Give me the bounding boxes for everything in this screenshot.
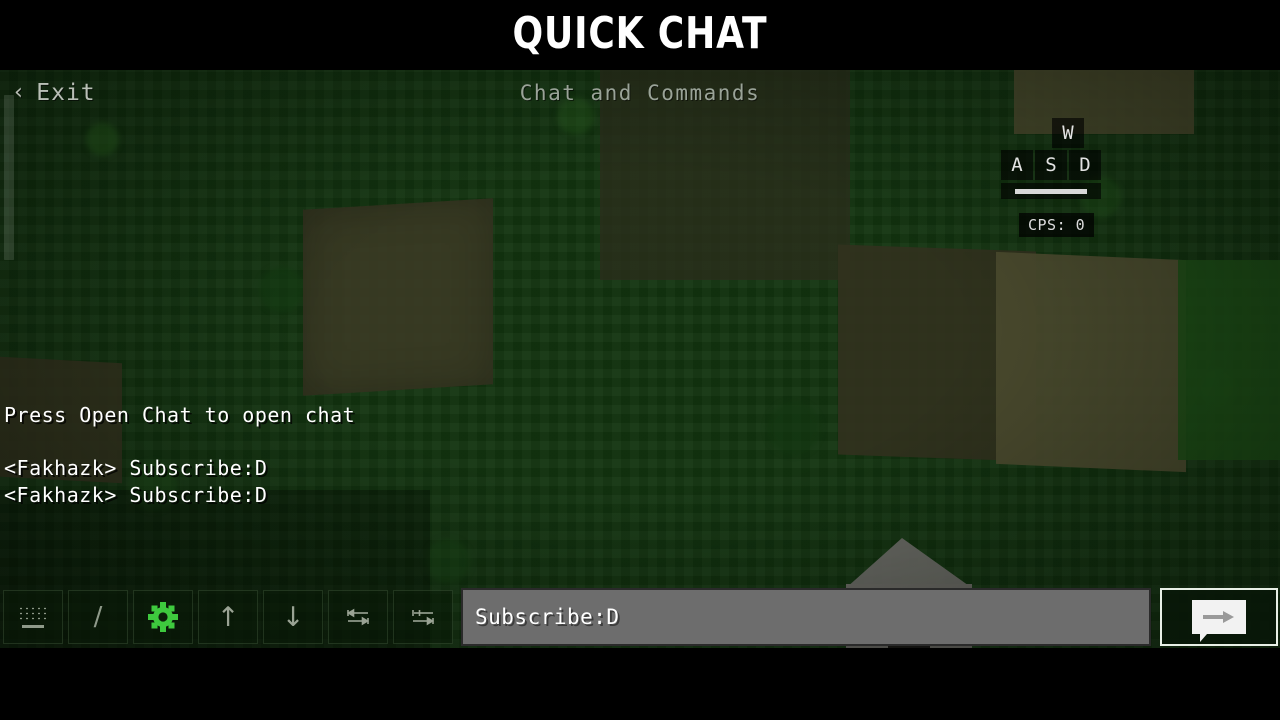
arrow-down-icon: ↓	[281, 601, 305, 633]
chat-input-field[interactable]: Subscribe:D	[461, 588, 1151, 646]
chat-hint-line: Press Open Chat to open chat	[4, 403, 356, 427]
title-bar: QUICK CHAT	[0, 0, 1280, 70]
keyboard-icon	[18, 606, 48, 628]
cps-counter: CPS: 0	[1019, 213, 1095, 237]
key-s: S	[1035, 150, 1067, 180]
screen-subtitle: Chat and Commands	[519, 81, 761, 105]
scroll-down-button[interactable]: ↓	[263, 590, 323, 644]
arrow-up-icon: ↑	[216, 601, 240, 633]
key-a: A	[1001, 150, 1033, 180]
chat-message-line: <Fakhazk> Subscribe:D	[4, 483, 268, 507]
send-message-button[interactable]	[1160, 588, 1278, 646]
slash-icon: /	[93, 602, 103, 632]
arrow-right-icon	[1203, 611, 1234, 623]
skip-previous-icon	[346, 608, 370, 626]
key-w: W	[1052, 118, 1084, 148]
page-title: QUICK CHAT	[512, 8, 768, 59]
scroll-up-button[interactable]: ↑	[198, 590, 258, 644]
spacebar-indicator	[1015, 188, 1087, 194]
chat-message-line: <Fakhazk> Subscribe:D	[4, 456, 268, 480]
key-spacebar	[1001, 183, 1101, 199]
footer-letterbox	[0, 648, 1280, 720]
chat-toolbar: / ↑ ↓ Subscribe:D	[0, 586, 1280, 648]
chat-input-value: Subscribe:D	[475, 605, 620, 629]
key-d: D	[1069, 150, 1101, 180]
settings-button[interactable]	[133, 590, 193, 644]
prev-word-button[interactable]	[328, 590, 388, 644]
wasd-hud-overlay: W A S D CPS: 0	[1001, 118, 1101, 237]
wasd-row-bottom: A S D	[1001, 150, 1101, 180]
keyboard-button[interactable]	[3, 590, 63, 644]
send-message-icon	[1192, 600, 1246, 642]
skip-next-icon	[412, 610, 435, 626]
slash-command-button[interactable]: /	[68, 590, 128, 644]
quick-chat-screen: QUICK CHAT ‹ Exit Chat and Commands W A …	[0, 0, 1280, 720]
gear-icon	[148, 602, 178, 632]
next-word-button[interactable]	[393, 590, 453, 644]
chat-log: Press Open Chat to open chat <Fakhazk> S…	[4, 402, 764, 509]
header-row: ‹ Exit Chat and Commands	[0, 70, 1280, 122]
wasd-row-top: W	[1035, 118, 1101, 148]
chat-spacer	[4, 429, 764, 455]
